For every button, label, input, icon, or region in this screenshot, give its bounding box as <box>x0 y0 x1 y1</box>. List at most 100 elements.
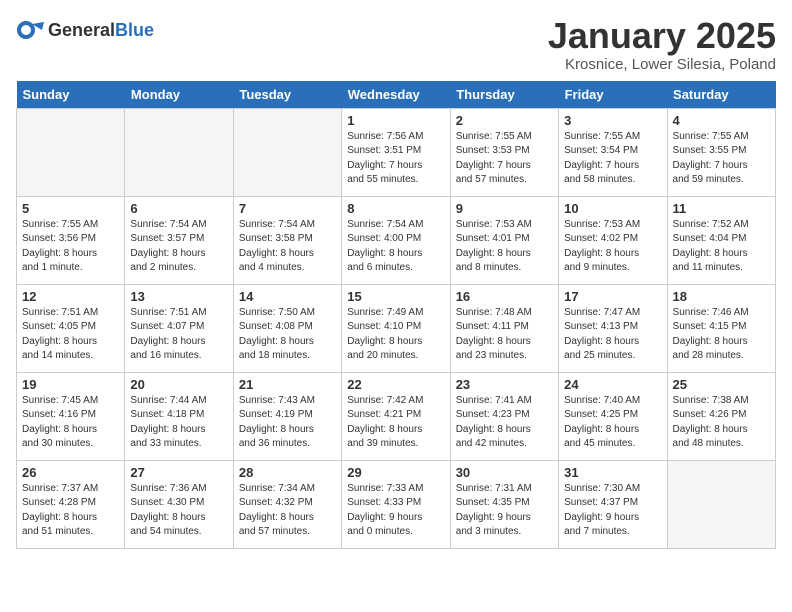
day-of-week-header: Friday <box>559 81 667 109</box>
day-info: Sunrise: 7:51 AM Sunset: 4:07 PM Dayligh… <box>130 306 227 364</box>
calendar-week-row: 12 Sunrise: 7:51 AM Sunset: 4:05 PM Dayli… <box>17 284 776 372</box>
calendar-day-cell: 29 Sunrise: 7:33 AM Sunset: 4:33 PM Dayli… <box>342 460 450 548</box>
day-of-week-header: Sunday <box>17 81 125 109</box>
calendar-day-cell: 16 Sunrise: 7:48 AM Sunset: 4:11 PM Dayli… <box>450 284 558 372</box>
day-info: Sunrise: 7:45 AM Sunset: 4:16 PM Dayligh… <box>22 394 119 452</box>
calendar-day-cell: 30 Sunrise: 7:31 AM Sunset: 4:35 PM Dayli… <box>450 460 558 548</box>
calendar-subtitle: Krosnice, Lower Silesia, Poland <box>548 56 776 73</box>
calendar-day-cell: 15 Sunrise: 7:49 AM Sunset: 4:10 PM Dayli… <box>342 284 450 372</box>
calendar-day-cell: 28 Sunrise: 7:34 AM Sunset: 4:32 PM Dayli… <box>233 460 341 548</box>
day-of-week-header: Monday <box>125 81 233 109</box>
day-info: Sunrise: 7:55 AM Sunset: 3:56 PM Dayligh… <box>22 218 119 276</box>
day-number: 31 <box>564 465 661 480</box>
calendar-day-cell: 25Sunrise: 7:38 AM Sunset: 4:26 PM Dayli… <box>667 372 775 460</box>
day-number: 15 <box>347 289 444 304</box>
day-number: 10 <box>564 201 661 216</box>
logo-icon <box>16 16 44 44</box>
day-info: Sunrise: 7:56 AM Sunset: 3:51 PM Dayligh… <box>347 130 444 188</box>
day-number: 28 <box>239 465 336 480</box>
day-number: 17 <box>564 289 661 304</box>
calendar-day-cell <box>667 460 775 548</box>
calendar-day-cell: 24 Sunrise: 7:40 AM Sunset: 4:25 PM Dayli… <box>559 372 667 460</box>
calendar-day-cell: 3Sunrise: 7:55 AM Sunset: 3:54 PM Daylig… <box>559 108 667 196</box>
day-info: Sunrise: 7:30 AM Sunset: 4:37 PM Dayligh… <box>564 482 661 540</box>
day-info: Sunrise: 7:54 AM Sunset: 3:57 PM Dayligh… <box>130 218 227 276</box>
calendar-day-cell: 12 Sunrise: 7:51 AM Sunset: 4:05 PM Dayli… <box>17 284 125 372</box>
day-number: 13 <box>130 289 227 304</box>
day-info: Sunrise: 7:31 AM Sunset: 4:35 PM Dayligh… <box>456 482 553 540</box>
calendar-day-cell: 4Sunrise: 7:55 AM Sunset: 3:55 PM Daylig… <box>667 108 775 196</box>
day-info: Sunrise: 7:54 AM Sunset: 3:58 PM Dayligh… <box>239 218 336 276</box>
day-number: 5 <box>22 201 119 216</box>
calendar-header-row: SundayMondayTuesdayWednesdayThursdayFrid… <box>17 81 776 109</box>
calendar-day-cell: 23 Sunrise: 7:41 AM Sunset: 4:23 PM Dayli… <box>450 372 558 460</box>
calendar-day-cell: 1 Sunrise: 7:56 AM Sunset: 3:51 PM Daylig… <box>342 108 450 196</box>
calendar-week-row: 26Sunrise: 7:37 AM Sunset: 4:28 PM Dayli… <box>17 460 776 548</box>
day-info: Sunrise: 7:34 AM Sunset: 4:32 PM Dayligh… <box>239 482 336 540</box>
day-info: Sunrise: 7:55 AM Sunset: 3:55 PM Dayligh… <box>673 130 770 188</box>
day-info: Sunrise: 7:42 AM Sunset: 4:21 PM Dayligh… <box>347 394 444 452</box>
day-number: 1 <box>347 113 444 128</box>
day-info: Sunrise: 7:48 AM Sunset: 4:11 PM Dayligh… <box>456 306 553 364</box>
day-info: Sunrise: 7:53 AM Sunset: 4:02 PM Dayligh… <box>564 218 661 276</box>
day-info: Sunrise: 7:52 AM Sunset: 4:04 PM Dayligh… <box>673 218 770 276</box>
calendar-day-cell: 9Sunrise: 7:53 AM Sunset: 4:01 PM Daylig… <box>450 196 558 284</box>
day-number: 14 <box>239 289 336 304</box>
calendar-day-cell: 20Sunrise: 7:44 AM Sunset: 4:18 PM Dayli… <box>125 372 233 460</box>
day-number: 24 <box>564 377 661 392</box>
day-info: Sunrise: 7:36 AM Sunset: 4:30 PM Dayligh… <box>130 482 227 540</box>
calendar-day-cell <box>125 108 233 196</box>
calendar-day-cell: 2 Sunrise: 7:55 AM Sunset: 3:53 PM Daylig… <box>450 108 558 196</box>
calendar-day-cell: 17 Sunrise: 7:47 AM Sunset: 4:13 PM Dayli… <box>559 284 667 372</box>
calendar-day-cell: 31 Sunrise: 7:30 AM Sunset: 4:37 PM Dayli… <box>559 460 667 548</box>
day-info: Sunrise: 7:46 AM Sunset: 4:15 PM Dayligh… <box>673 306 770 364</box>
day-number: 29 <box>347 465 444 480</box>
day-number: 8 <box>347 201 444 216</box>
day-number: 21 <box>239 377 336 392</box>
calendar-day-cell: 27Sunrise: 7:36 AM Sunset: 4:30 PM Dayli… <box>125 460 233 548</box>
day-of-week-header: Thursday <box>450 81 558 109</box>
calendar-day-cell: 26Sunrise: 7:37 AM Sunset: 4:28 PM Dayli… <box>17 460 125 548</box>
page-header: General Blue January 2025 Krosnice, Lowe… <box>16 16 776 73</box>
calendar-day-cell: 8 Sunrise: 7:54 AM Sunset: 4:00 PM Daylig… <box>342 196 450 284</box>
calendar-day-cell <box>233 108 341 196</box>
calendar-day-cell: 19 Sunrise: 7:45 AM Sunset: 4:16 PM Dayli… <box>17 372 125 460</box>
day-info: Sunrise: 7:33 AM Sunset: 4:33 PM Dayligh… <box>347 482 444 540</box>
day-number: 30 <box>456 465 553 480</box>
day-of-week-header: Saturday <box>667 81 775 109</box>
day-info: Sunrise: 7:54 AM Sunset: 4:00 PM Dayligh… <box>347 218 444 276</box>
day-number: 2 <box>456 113 553 128</box>
day-info: Sunrise: 7:38 AM Sunset: 4:26 PM Dayligh… <box>673 394 770 452</box>
day-info: Sunrise: 7:47 AM Sunset: 4:13 PM Dayligh… <box>564 306 661 364</box>
day-info: Sunrise: 7:37 AM Sunset: 4:28 PM Dayligh… <box>22 482 119 540</box>
day-info: Sunrise: 7:55 AM Sunset: 3:53 PM Dayligh… <box>456 130 553 188</box>
calendar-day-cell <box>17 108 125 196</box>
calendar-week-row: 1 Sunrise: 7:56 AM Sunset: 3:51 PM Daylig… <box>17 108 776 196</box>
calendar-table: SundayMondayTuesdayWednesdayThursdayFrid… <box>16 81 776 549</box>
calendar-day-cell: 13 Sunrise: 7:51 AM Sunset: 4:07 PM Dayli… <box>125 284 233 372</box>
day-number: 6 <box>130 201 227 216</box>
day-number: 19 <box>22 377 119 392</box>
calendar-day-cell: 14 Sunrise: 7:50 AM Sunset: 4:08 PM Dayli… <box>233 284 341 372</box>
day-number: 11 <box>673 201 770 216</box>
calendar-week-row: 5 Sunrise: 7:55 AM Sunset: 3:56 PM Daylig… <box>17 196 776 284</box>
day-info: Sunrise: 7:50 AM Sunset: 4:08 PM Dayligh… <box>239 306 336 364</box>
day-number: 9 <box>456 201 553 216</box>
logo-general-text: General <box>48 20 115 41</box>
day-number: 12 <box>22 289 119 304</box>
day-info: Sunrise: 7:55 AM Sunset: 3:54 PM Dayligh… <box>564 130 661 188</box>
title-block: January 2025 Krosnice, Lower Silesia, Po… <box>548 16 776 73</box>
day-info: Sunrise: 7:40 AM Sunset: 4:25 PM Dayligh… <box>564 394 661 452</box>
day-number: 23 <box>456 377 553 392</box>
calendar-day-cell: 22Sunrise: 7:42 AM Sunset: 4:21 PM Dayli… <box>342 372 450 460</box>
calendar-day-cell: 18 Sunrise: 7:46 AM Sunset: 4:15 PM Dayli… <box>667 284 775 372</box>
calendar-day-cell: 5 Sunrise: 7:55 AM Sunset: 3:56 PM Daylig… <box>17 196 125 284</box>
day-number: 18 <box>673 289 770 304</box>
day-info: Sunrise: 7:51 AM Sunset: 4:05 PM Dayligh… <box>22 306 119 364</box>
day-info: Sunrise: 7:41 AM Sunset: 4:23 PM Dayligh… <box>456 394 553 452</box>
logo: General Blue <box>16 16 154 44</box>
calendar-day-cell: 7Sunrise: 7:54 AM Sunset: 3:58 PM Daylig… <box>233 196 341 284</box>
day-info: Sunrise: 7:49 AM Sunset: 4:10 PM Dayligh… <box>347 306 444 364</box>
day-number: 16 <box>456 289 553 304</box>
day-info: Sunrise: 7:43 AM Sunset: 4:19 PM Dayligh… <box>239 394 336 452</box>
